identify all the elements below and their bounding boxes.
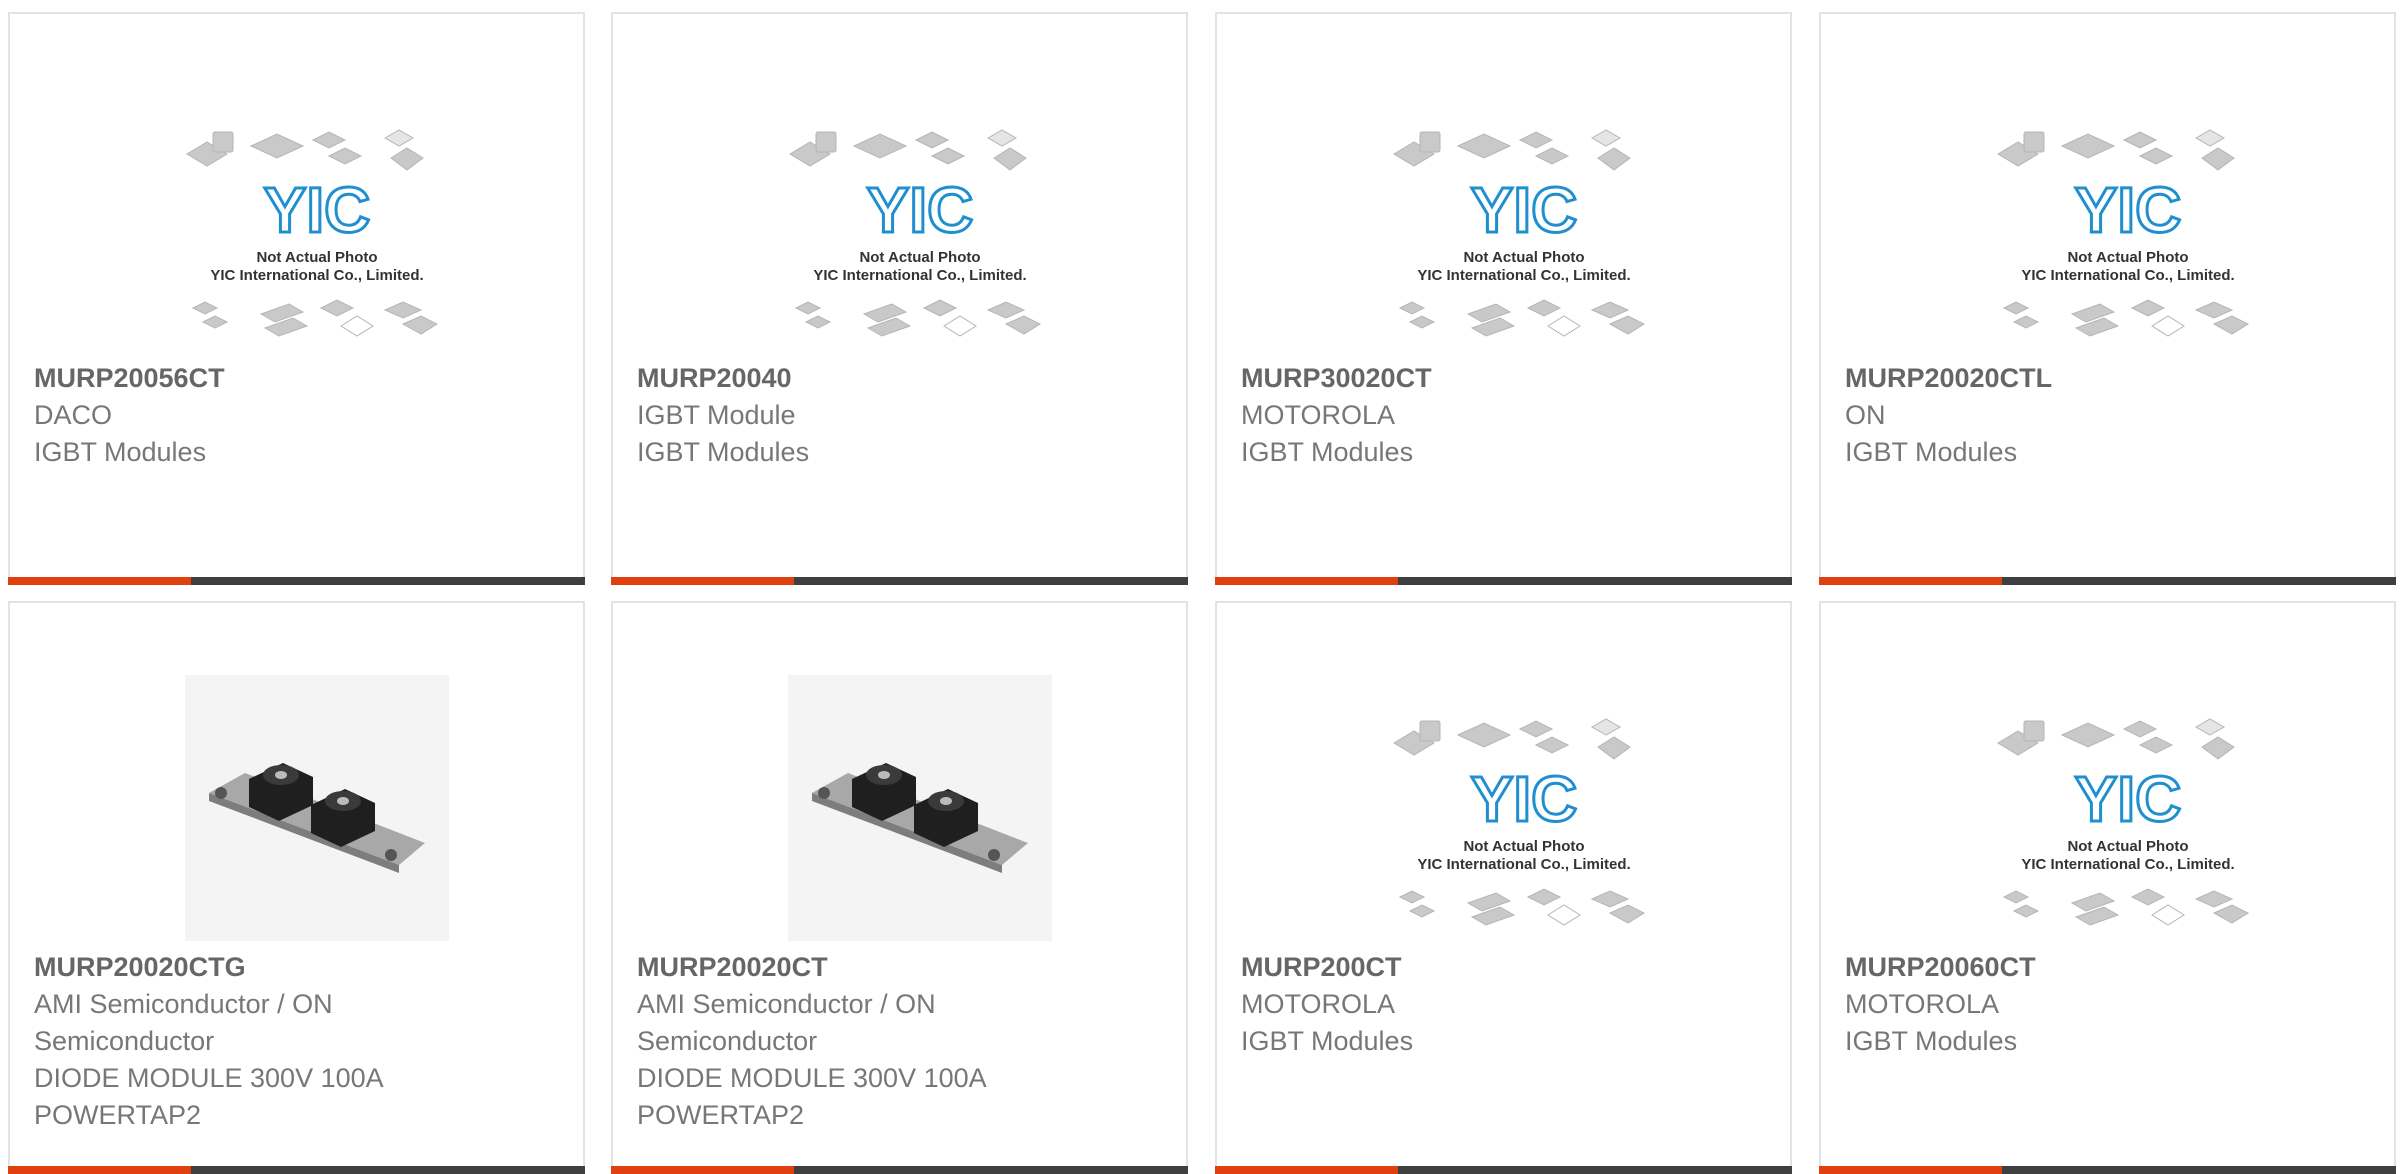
placeholder-line1: Not Actual Photo [2067,249,2188,266]
placeholder-image: YIC Not Actual Photo YIC International C… [1997,718,2250,926]
placeholder-line1: Not Actual Photo [1463,249,1584,266]
placeholder-image: YIC Not Actual Photo YIC International C… [1393,718,1646,926]
manufacturer: IGBT Module [637,400,796,430]
yic-logo: YIC [2075,763,2182,835]
product-image[interactable] [788,675,1052,941]
product-card[interactable]: YIC Not Actual Photo YIC International C… [1215,12,1792,585]
part-number[interactable]: MURP20056CT [34,360,563,397]
module-photo [185,675,449,941]
placeholder-line2: YIC International Co., Limited. [1417,267,1630,284]
part-number[interactable]: MURP20020CTG [34,949,563,986]
placeholder-image: YIC Not Actual Photo YIC International C… [1997,129,2250,337]
manufacturer: ON [1845,400,1886,430]
product-image[interactable]: YIC Not Actual Photo YIC International C… [1392,675,1656,941]
product-image[interactable]: YIC Not Actual Photo YIC International C… [1996,675,2260,941]
placeholder-line1: Not Actual Photo [859,249,980,266]
yic-logo: YIC [1471,174,1578,246]
product-grid: YIC Not Actual Photo YIC International C… [0,0,2400,1174]
yic-logo: YIC [867,174,974,246]
placeholder-line1: Not Actual Photo [256,249,377,266]
part-number[interactable]: MURP20020CTL [1845,360,2374,397]
product-card[interactable]: YIC Not Actual Photo YIC International C… [8,12,585,585]
part-number[interactable]: MURP200CT [1241,949,1770,986]
product-image[interactable]: YIC Not Actual Photo YIC International C… [1996,86,2260,352]
manufacturer: AMI Semiconductor / ON [34,989,333,1019]
product-image[interactable]: YIC Not Actual Photo YIC International C… [1392,86,1656,352]
placeholder-line1: Not Actual Photo [1463,838,1584,855]
product-card[interactable]: YIC Not Actual Photo YIC International C… [1215,601,1792,1174]
category: IGBT Modules [34,437,207,467]
product-card[interactable]: MURP20020CT AMI Semiconductor / ON Semic… [611,601,1188,1174]
placeholder-image: YIC Not Actual Photo YIC International C… [789,129,1042,337]
placeholder-line1: Not Actual Photo [2067,838,2188,855]
placeholder-image: YIC Not Actual Photo YIC International C… [1393,129,1646,337]
part-number[interactable]: MURP30020CT [1241,360,1770,397]
product-image[interactable]: YIC Not Actual Photo YIC International C… [788,86,1052,352]
description-cont: POWERTAP2 [34,1100,202,1130]
manufacturer: DACO [34,400,113,430]
category: IGBT Modules [1845,1026,2018,1056]
product-image[interactable] [185,675,449,941]
placeholder-line2: YIC International Co., Limited. [2021,267,2234,284]
category: IGBT Modules [1845,437,2018,467]
manufacturer: MOTOROLA [1241,989,1396,1019]
card-bottom-bar [8,1166,585,1174]
card-accent [1819,1166,2002,1174]
product-card[interactable]: YIC Not Actual Photo YIC International C… [1819,601,2396,1174]
card-accent [1215,577,1398,585]
yic-logo: YIC [2075,174,2182,246]
placeholder-image: YIC Not Actual Photo YIC International C… [186,129,439,337]
placeholder-line2: YIC International Co., Limited. [2021,856,2234,873]
card-bottom-bar [1819,1166,2396,1174]
card-bottom-bar [8,577,585,585]
manufacturer-cont: Semiconductor [637,1026,818,1056]
product-card[interactable]: YIC Not Actual Photo YIC International C… [1819,12,2396,585]
product-card[interactable]: YIC Not Actual Photo YIC International C… [611,12,1188,585]
manufacturer-cont: Semiconductor [34,1026,215,1056]
category: IGBT Modules [1241,1026,1414,1056]
manufacturer: AMI Semiconductor / ON [637,989,936,1019]
manufacturer: MOTOROLA [1241,400,1396,430]
manufacturer: MOTOROLA [1845,989,2000,1019]
part-number[interactable]: MURP20060CT [1845,949,2374,986]
placeholder-line2: YIC International Co., Limited. [1417,856,1630,873]
card-accent [8,1166,191,1174]
card-accent [1215,1166,1398,1174]
category: IGBT Modules [1241,437,1414,467]
card-accent [611,1166,794,1174]
card-accent [8,577,191,585]
placeholder-line2: YIC International Co., Limited. [210,267,423,284]
product-image[interactable]: YIC Not Actual Photo YIC International C… [185,86,449,352]
card-bottom-bar [611,577,1188,585]
yic-logo: YIC [264,174,371,246]
yic-logo: YIC [1471,763,1578,835]
placeholder-line2: YIC International Co., Limited. [813,267,1026,284]
module-photo [788,675,1052,941]
part-number[interactable]: MURP20020CT [637,949,1166,986]
card-bottom-bar [1215,577,1792,585]
card-accent [611,577,794,585]
product-card[interactable]: MURP20020CTG AMI Semiconductor / ON Semi… [8,601,585,1174]
card-accent [1819,577,2002,585]
description-cont: POWERTAP2 [637,1100,805,1130]
part-number[interactable]: MURP20040 [637,360,1166,397]
card-bottom-bar [611,1166,1188,1174]
description: DIODE MODULE 300V 100A [34,1063,384,1093]
description: DIODE MODULE 300V 100A [637,1063,987,1093]
card-bottom-bar [1215,1166,1792,1174]
category: IGBT Modules [637,437,810,467]
card-bottom-bar [1819,577,2396,585]
